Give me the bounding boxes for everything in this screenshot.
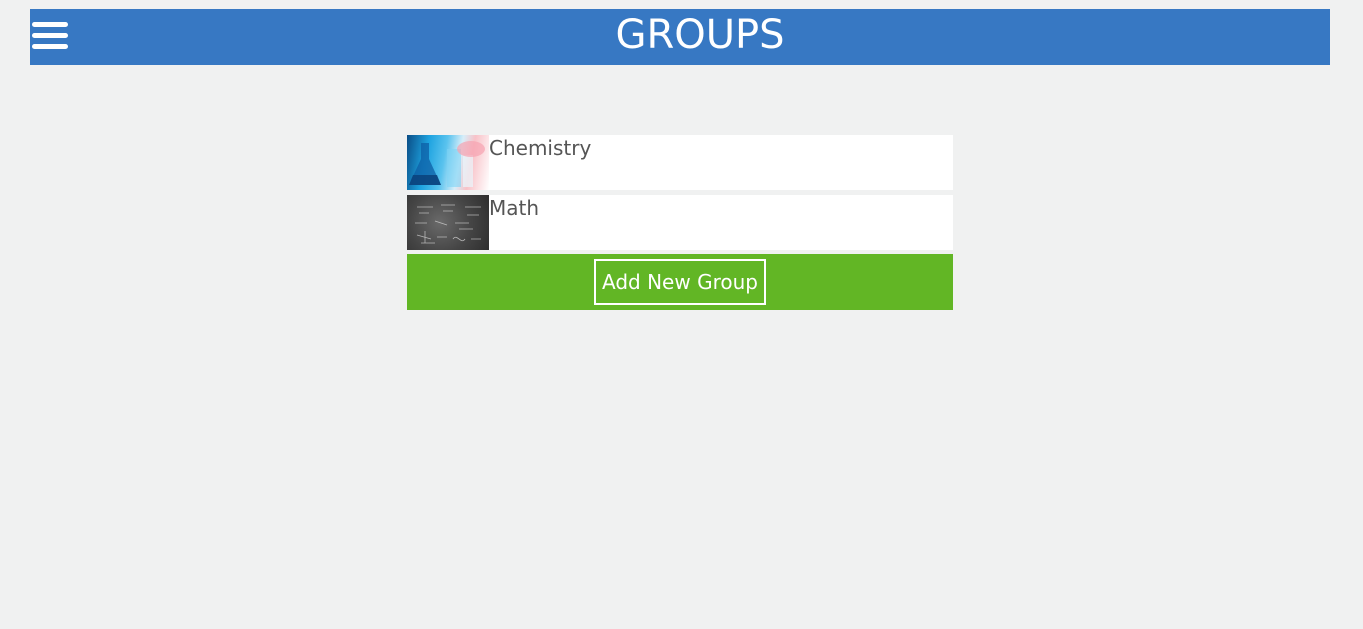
group-item-math[interactable]: Math xyxy=(407,195,953,250)
chemistry-glassware-icon xyxy=(409,141,485,187)
math-thumbnail-image xyxy=(407,195,489,250)
page-title: GROUPS xyxy=(615,12,785,58)
group-name: Math xyxy=(489,196,540,220)
group-list: Chemistry Math xyxy=(407,135,953,255)
group-name: Chemistry xyxy=(489,136,592,160)
group-item-chemistry[interactable]: Chemistry xyxy=(407,135,953,190)
app-header: GROUPS xyxy=(30,9,1330,65)
chalkboard-icon xyxy=(415,204,481,244)
add-new-group-button[interactable]: Add New Group xyxy=(594,259,766,305)
add-group-bar: Add New Group xyxy=(407,254,953,310)
chemistry-thumbnail-image xyxy=(407,135,489,190)
